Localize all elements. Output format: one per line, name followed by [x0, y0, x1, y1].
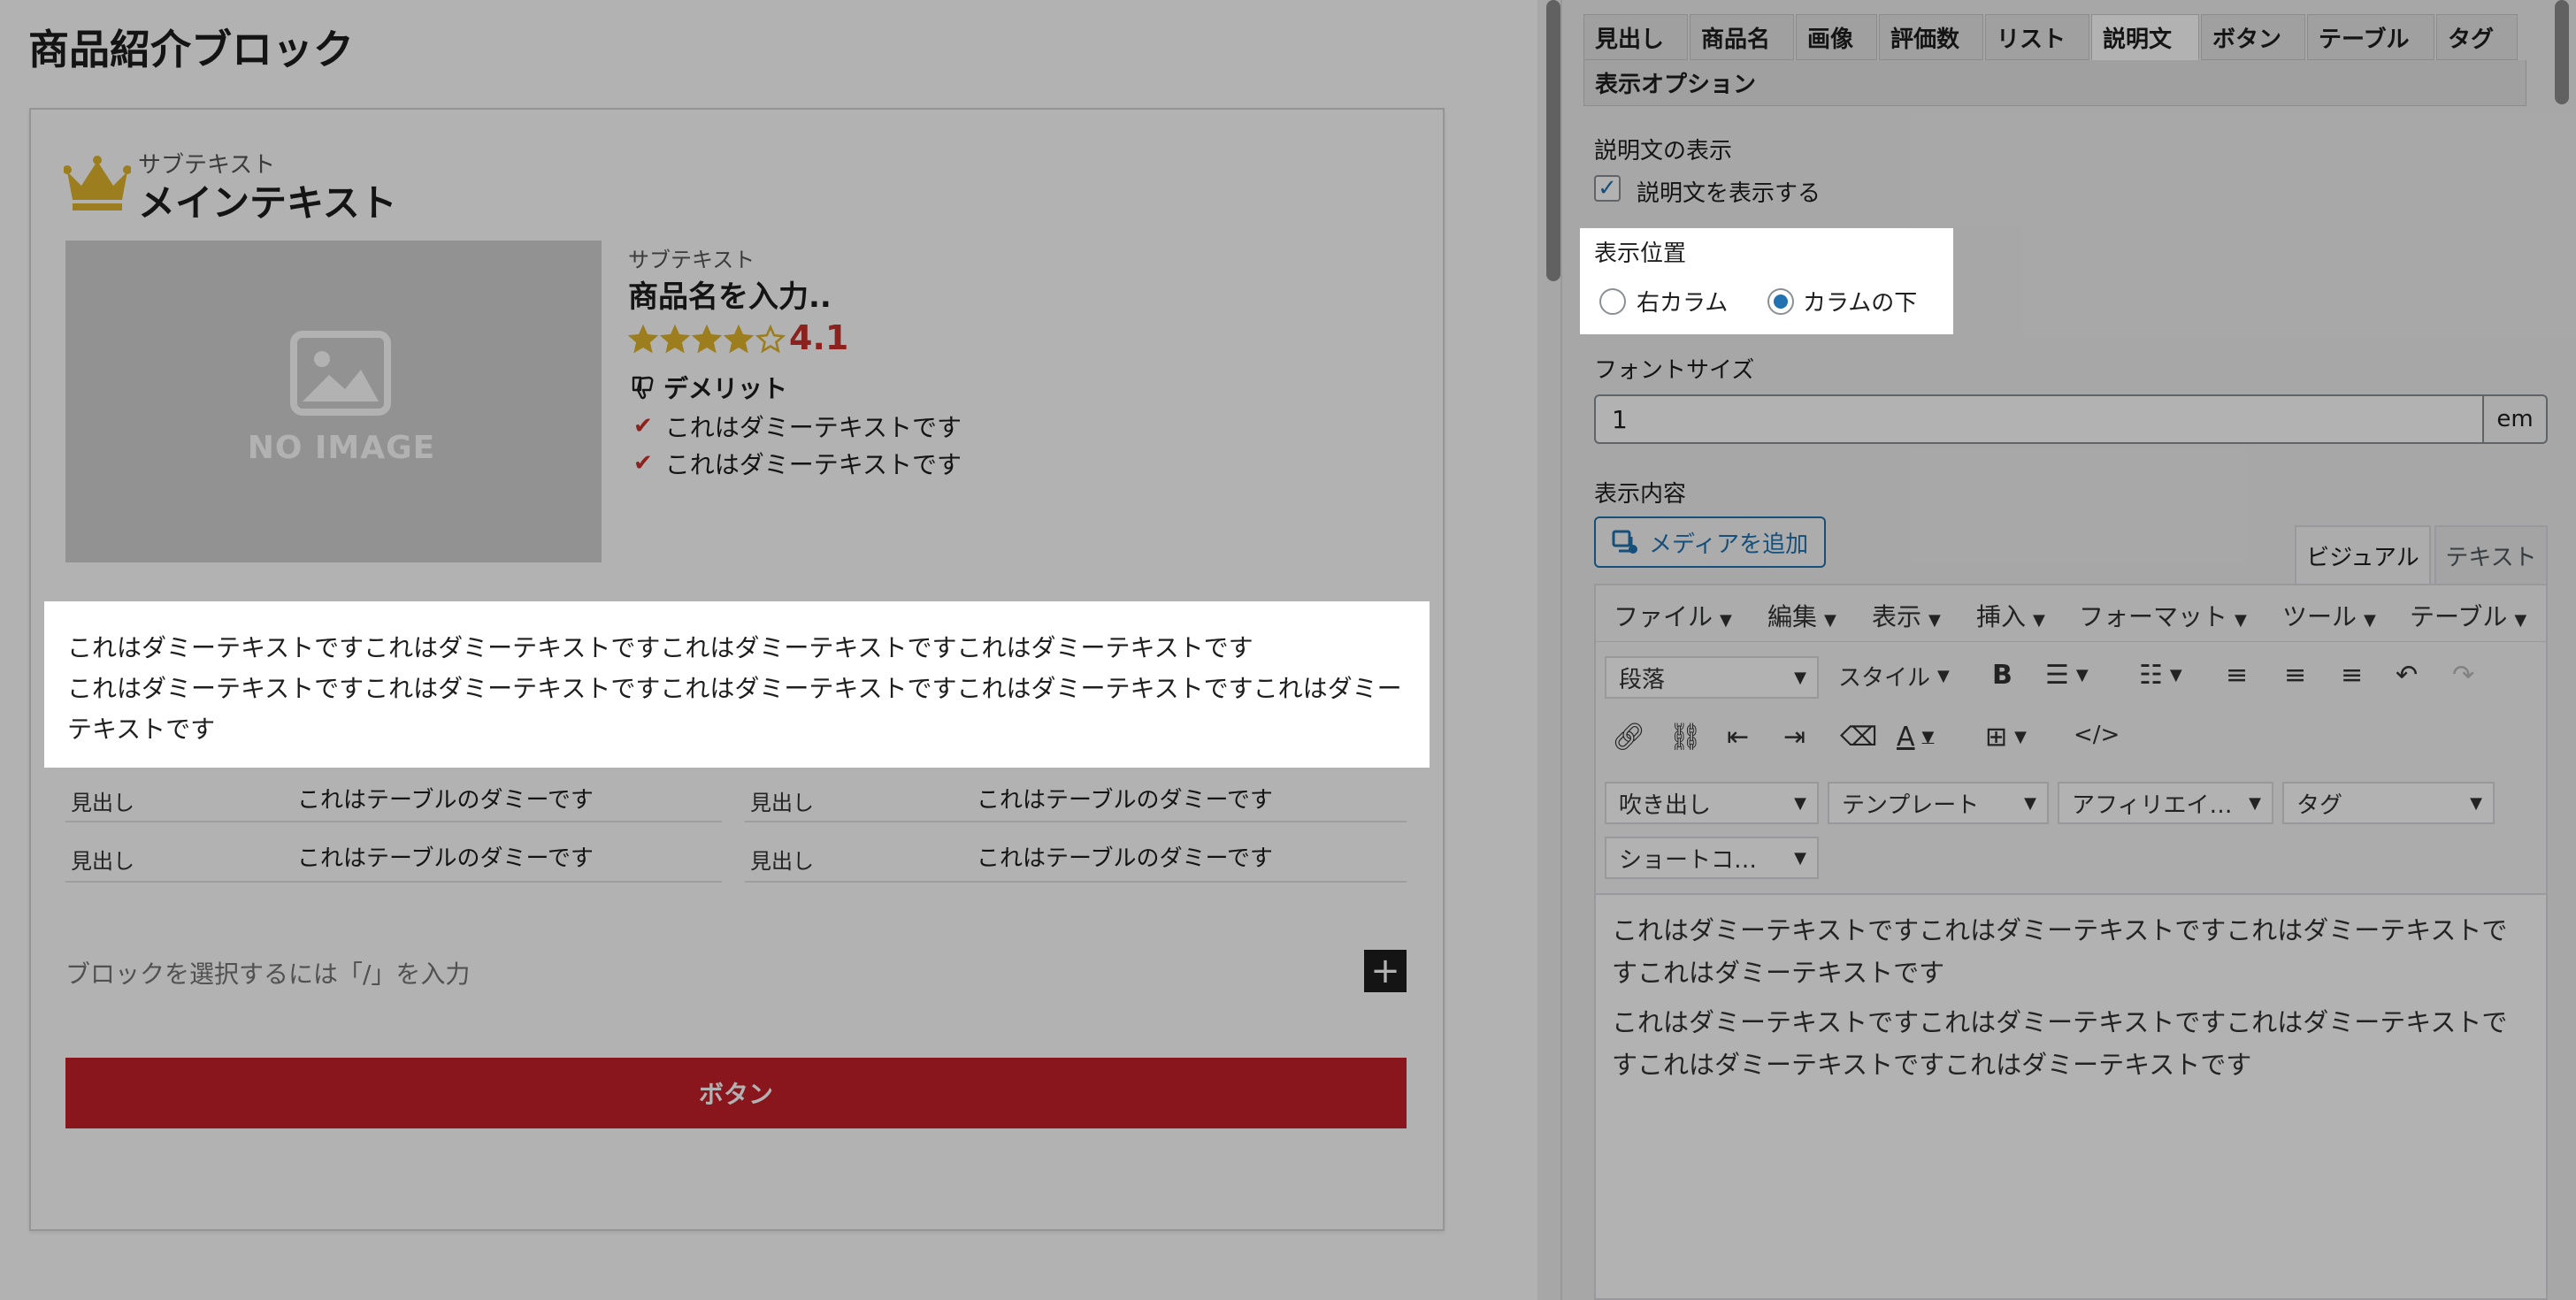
position-setting: 表示位置 右カラム カラムの下 — [1580, 228, 1953, 334]
description-line: これはダミーテキストですこれはダミーテキストですこれはダミーテキストですこれはダ… — [67, 633, 1254, 662]
radio-below-column-label[interactable]: カラムの下 — [1803, 285, 1917, 317]
radio-right-column-label[interactable]: 右カラム — [1637, 285, 1728, 317]
radio-below-column[interactable] — [1767, 288, 1794, 315]
description-text[interactable]: これはダミーテキストですこれはダミーテキストですこれはダミーテキストですこれはダ… — [44, 601, 1430, 768]
position-label: 表示位置 — [1594, 241, 1687, 267]
radio-right-column[interactable] — [1599, 288, 1626, 315]
description-line: これはダミーテキストですこれはダミーテキストですこれはダミーテキストですこれはダ… — [67, 674, 1402, 744]
radio-selected-dot — [1774, 294, 1788, 309]
